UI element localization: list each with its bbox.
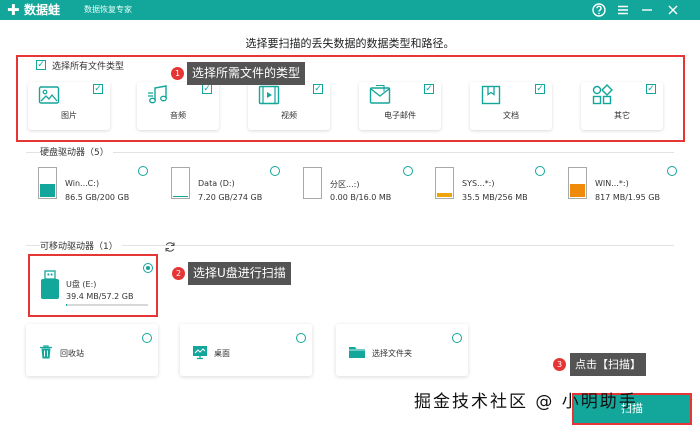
drive-radio[interactable] — [403, 166, 413, 176]
image-icon — [38, 84, 60, 106]
drive-radio[interactable] — [270, 166, 280, 176]
file-type-label: 图片 — [61, 111, 77, 120]
drive-item[interactable]: Data (D:) 7.20 GB/274 GB — [171, 166, 271, 206]
minimize-icon[interactable] — [638, 1, 656, 19]
hard-drive-title: 硬盘驱动器（5） — [40, 145, 113, 158]
file-type-other[interactable]: ✓ 其它 — [581, 82, 663, 130]
email-checkbox[interactable]: ✓ — [424, 84, 434, 94]
file-type-label: 其它 — [614, 111, 630, 120]
removable-title: 可移动驱动器（1） — [40, 239, 122, 252]
drive-name: SYS...*:) — [462, 179, 495, 188]
select-all-label: 选择所有文件类型 — [52, 62, 125, 72]
drive-item[interactable]: Win...C:) 86.5 GB/200 GB — [38, 166, 138, 206]
location-desktop[interactable]: 桌面 — [180, 324, 312, 376]
help-icon[interactable] — [590, 1, 608, 19]
file-type-label: 视频 — [281, 111, 297, 120]
document-icon — [480, 84, 502, 106]
location-radio[interactable] — [142, 333, 152, 343]
location-choose-folder[interactable]: 选择文件夹 — [336, 324, 468, 376]
menu-icon[interactable] — [614, 1, 632, 19]
app-logo-icon: ✚ — [7, 1, 20, 19]
video-icon — [258, 84, 280, 106]
drive-radio[interactable] — [535, 166, 545, 176]
select-all-checkbox[interactable]: ✓ — [36, 60, 46, 70]
video-checkbox[interactable]: ✓ — [313, 84, 323, 94]
drive-icon — [171, 167, 190, 199]
drive-name: WIN...*:) — [595, 179, 629, 188]
location-radio[interactable] — [452, 333, 462, 343]
folder-icon — [348, 344, 365, 360]
drive-icon — [435, 167, 454, 199]
location-radio[interactable] — [296, 333, 306, 343]
drive-size: 35.5 MB/256 MB — [462, 193, 528, 202]
drive-item[interactable]: 分区...:) 0.00 B/16.0 MB — [303, 166, 403, 206]
drive-item[interactable]: WIN...*:) 817 MB/1.95 GB — [568, 166, 668, 206]
app-window: ✚ 数据蛙 数据恢复专家 选择要扫描的丢失数据的数据类型和路径。 ✓ 选择所有文… — [0, 0, 700, 427]
usb-radio-selected[interactable] — [143, 263, 153, 273]
drive-item[interactable]: SYS...*:) 35.5 MB/256 MB — [435, 166, 535, 206]
removable-divider — [26, 245, 674, 246]
usb-drive-size: 39.4 MB/57.2 GB — [66, 292, 134, 301]
step2-badge: 2 — [172, 267, 185, 280]
email-icon — [369, 84, 391, 106]
app-subtitle: 数据恢复专家 — [84, 5, 132, 14]
image-checkbox[interactable]: ✓ — [93, 84, 103, 94]
apps-icon — [591, 84, 613, 106]
recycle-bin-icon — [38, 344, 54, 360]
watermark-text: 掘金技术社区 @ 小明助手 — [414, 392, 638, 412]
drive-size: 86.5 GB/200 GB — [65, 193, 130, 202]
file-type-label: 文档 — [503, 111, 519, 120]
file-type-video[interactable]: ✓ 视频 — [248, 82, 330, 130]
audio-checkbox[interactable]: ✓ — [202, 84, 212, 94]
drive-name: Win...C:) — [65, 179, 100, 188]
drive-size: 0.00 B/16.0 MB — [330, 193, 392, 202]
file-type-email[interactable]: ✓ 电子邮件 — [359, 82, 441, 130]
desktop-icon — [192, 344, 208, 360]
drive-name: 分区...:) — [330, 180, 360, 189]
step1-badge: 1 — [171, 67, 184, 80]
page-heading: 选择要扫描的丢失数据的数据类型和路径。 — [245, 37, 455, 50]
step3-badge: 3 — [553, 358, 566, 371]
app-name: 数据蛙 — [24, 3, 61, 17]
close-icon[interactable] — [664, 1, 682, 19]
file-type-image[interactable]: ✓ 图片 — [28, 82, 110, 130]
location-label: 桌面 — [214, 349, 230, 358]
drive-icon — [303, 167, 322, 199]
usb-drive-name[interactable]: U盘 (E:) — [66, 279, 96, 290]
file-type-audio[interactable]: ✓ 音频 — [137, 82, 219, 130]
music-icon — [147, 84, 169, 106]
drive-icon — [38, 167, 57, 199]
drive-icon — [568, 167, 587, 199]
file-type-document[interactable]: ✓ 文档 — [470, 82, 552, 130]
drive-radio[interactable] — [138, 166, 148, 176]
usb-usage-bar — [66, 304, 148, 306]
file-type-label: 音频 — [170, 111, 186, 120]
location-label: 回收站 — [60, 349, 84, 358]
usb-icon — [38, 270, 62, 300]
drive-size: 7.20 GB/274 GB — [198, 193, 263, 202]
other-checkbox[interactable]: ✓ — [646, 84, 656, 94]
file-type-label: 电子邮件 — [384, 111, 416, 120]
location-recycle-bin[interactable]: 回收站 — [26, 324, 158, 376]
document-checkbox[interactable]: ✓ — [535, 84, 545, 94]
drive-name: Data (D:) — [198, 179, 235, 188]
step1-tooltip: 选择所需文件的类型 — [187, 62, 306, 85]
step3-tooltip: 点击【扫描】 — [570, 353, 646, 376]
refresh-icon[interactable] — [164, 238, 176, 252]
drive-size: 817 MB/1.95 GB — [595, 193, 660, 202]
step2-tooltip: 选择U盘进行扫描 — [188, 262, 291, 285]
drive-radio[interactable] — [667, 166, 677, 176]
location-label: 选择文件夹 — [372, 349, 412, 358]
